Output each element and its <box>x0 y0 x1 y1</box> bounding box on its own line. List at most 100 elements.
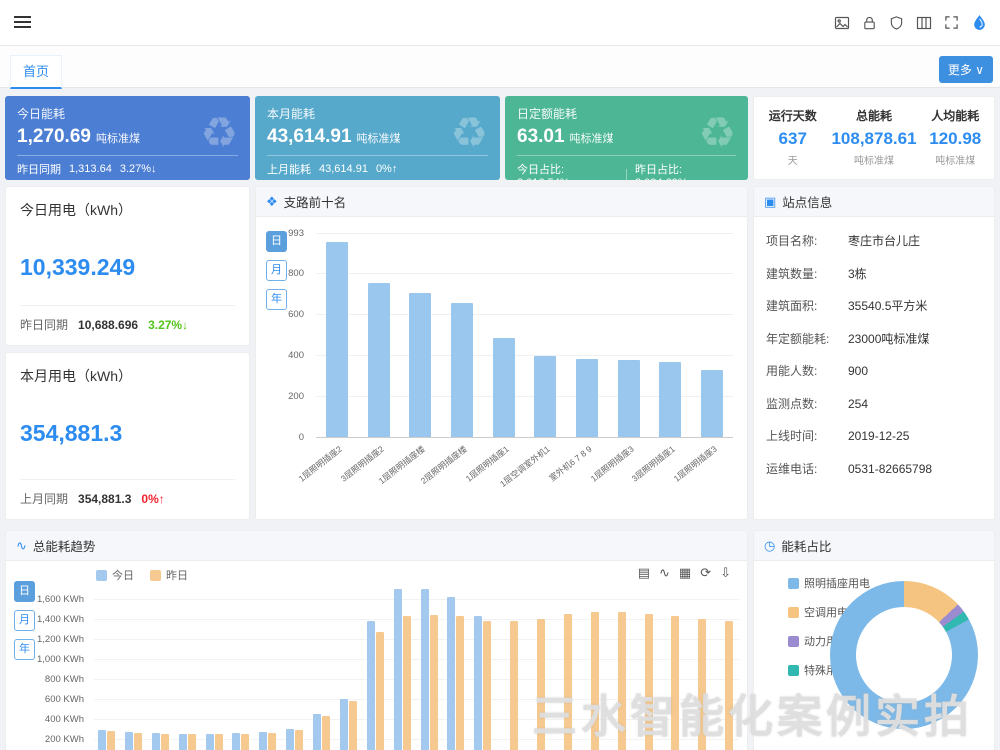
trend-bar-yesterday <box>537 619 545 750</box>
trend-bar-yesterday <box>107 731 115 750</box>
panel-title: 能耗占比 <box>781 536 831 555</box>
energy-trend-panel: ∿ 总能耗趋势 今日 昨日 ▤ ∿ ▦ ⟳ ⇩ 日 月 年 200 KWh400… <box>5 530 748 750</box>
trend-bar-yesterday <box>349 701 357 750</box>
month-power-card: 本月用电（kWh） 354,881.3 上月同期354,881.3 0%↑ <box>5 352 250 520</box>
site-row: 运维电话:0531-82665798 <box>766 460 982 477</box>
trend-bar-yesterday <box>161 734 169 750</box>
energy-share-panel: ◷ 能耗占比 照明插座用电 空调用电 动力用电 特殊用电 <box>753 530 995 750</box>
kpi-card-today-energy: 今日能耗 1,270.69吨标准煤 ♻ 昨日同期1,313.643.27%↓ <box>5 96 250 180</box>
card-footer: 昨日同期10,688.696 3.27%↓ <box>20 305 235 333</box>
recycle-icon: ♻ <box>698 112 736 154</box>
kpi-unit: 吨标准煤 <box>570 133 614 145</box>
trend-icon: ∿ <box>16 538 27 554</box>
menu-toggle-icon[interactable] <box>14 16 31 30</box>
trend-bar-today <box>125 732 133 750</box>
stat-running-days: 运行天数 637 天 <box>754 97 831 179</box>
trend-bar-yesterday <box>188 734 196 750</box>
fullscreen-icon[interactable] <box>944 15 959 30</box>
water-logo-icon[interactable] <box>971 14 988 31</box>
recycle-icon: ♻ <box>200 112 238 154</box>
legend-swatch <box>788 636 799 647</box>
kpi-unit: 吨标准煤 <box>96 133 140 145</box>
trend-bar-today <box>474 616 482 750</box>
delta-value: 0%↑ <box>141 492 164 506</box>
branch-bar <box>618 360 640 437</box>
trend-bar-chart <box>94 579 739 750</box>
site-row: 建筑面积:35540.5平方米 <box>766 297 982 314</box>
branch-bar <box>493 338 515 437</box>
trend-bar-yesterday <box>268 733 276 750</box>
branch-bar <box>409 293 431 437</box>
stat-per-capita-energy: 人均能耗 120.98 吨标准煤 <box>917 97 994 179</box>
shield-icon[interactable] <box>889 15 904 31</box>
trend-bar-yesterday <box>645 614 653 750</box>
tab-home[interactable]: 首页 <box>10 55 62 89</box>
trend-bar-yesterday <box>430 615 438 750</box>
panel-header: ◷ 能耗占比 <box>754 531 994 561</box>
delta-value: 3.27%↓ <box>148 318 188 332</box>
site-row: 项目名称:枣庄市台儿庄 <box>766 232 982 249</box>
site-row: 监测点数:254 <box>766 395 982 412</box>
branch-y-axis: 0200400600800993 <box>262 233 308 437</box>
trend-bar-today <box>367 621 375 750</box>
site-row: 用能人数:900 <box>766 362 982 379</box>
trend-bar-today <box>447 597 455 750</box>
site-info-rows: 项目名称:枣庄市台儿庄 建筑数量:3栋 建筑面积:35540.5平方米 年定额能… <box>754 217 994 507</box>
trend-bar-yesterday <box>456 616 464 750</box>
stat-total-energy: 总能耗 108,878.61 吨标准煤 <box>831 97 916 179</box>
trend-bar-today <box>421 589 429 750</box>
trend-bar-today <box>232 733 240 750</box>
trend-bar-today <box>313 714 321 750</box>
card-value: 354,881.3 <box>20 420 235 447</box>
panel-title: 支路前十名 <box>284 192 347 211</box>
trend-bar-today <box>179 734 187 750</box>
tab-bar: 首页 更多 ∨ <box>0 46 1000 88</box>
trend-bar-today <box>152 733 160 750</box>
branch-bar <box>701 370 723 437</box>
card-title: 本月用电（kWh） <box>20 366 235 386</box>
topbar-actions <box>834 14 988 31</box>
lock-icon[interactable] <box>862 15 877 31</box>
trend-bar-yesterday <box>618 612 626 750</box>
columns-icon[interactable] <box>916 15 932 31</box>
trend-bar-yesterday <box>483 621 491 750</box>
recycle-icon: ♻ <box>450 112 488 154</box>
donut-hole <box>856 607 952 703</box>
card-footer: 上月同期354,881.3 0%↑ <box>20 479 235 507</box>
kpi-card-month-energy: 本月能耗 43,614.91吨标准煤 ♻ 上月能耗43,614.910%↑ <box>255 96 500 180</box>
trend-bar-yesterday <box>134 733 142 750</box>
branch-bar <box>326 242 348 437</box>
today-power-card: 今日用电（kWh） 10,339.249 昨日同期10,688.696 3.27… <box>5 186 250 346</box>
legend-swatch <box>788 578 799 589</box>
branch-bar <box>451 303 473 437</box>
kpi-unit: 吨标准煤 <box>357 133 401 145</box>
trend-bar-today <box>98 730 106 750</box>
trend-bar-yesterday <box>215 734 223 750</box>
energy-share-donut-chart <box>830 581 978 729</box>
image-icon[interactable] <box>834 15 850 31</box>
trend-bar-today <box>340 699 348 750</box>
legend-item-lighting[interactable]: 照明插座用电 <box>788 575 870 591</box>
site-info-panel: ▣ 站点信息 项目名称:枣庄市台儿庄 建筑数量:3栋 建筑面积:35540.5平… <box>753 186 995 520</box>
dashboard-page: 首页 更多 ∨ 今日能耗 1,270.69吨标准煤 ♻ 昨日同期1,313.64… <box>0 0 1000 750</box>
trend-bar-yesterday <box>241 734 249 750</box>
trend-bar-today <box>259 732 267 750</box>
trend-bar-yesterday <box>510 621 518 750</box>
trend-bar-today <box>394 589 402 750</box>
panel-title: 总能耗趋势 <box>33 536 96 555</box>
legend-swatch <box>788 607 799 618</box>
branch-bar-chart: 1层照明插座23层照明插座21层照明插座楼2层照明插座楼1层照明插座11层空调室… <box>316 233 733 437</box>
card-value: 10,339.249 <box>20 254 235 281</box>
trend-bar-today <box>206 734 214 750</box>
panel-title: 站点信息 <box>782 192 832 211</box>
trend-bar-today <box>286 729 294 750</box>
kpi-footer: 昨日同期1,313.643.27%↓ <box>17 155 238 177</box>
branch-bar <box>534 356 556 437</box>
more-button[interactable]: 更多 ∨ <box>939 56 993 83</box>
kpi-footer: 上月能耗43,614.910%↑ <box>267 155 488 177</box>
trend-bar-yesterday <box>564 614 572 750</box>
trend-bar-yesterday <box>725 621 733 750</box>
trend-bar-yesterday <box>698 619 706 750</box>
branch-bar <box>659 362 681 437</box>
trend-bar-yesterday <box>322 716 330 750</box>
